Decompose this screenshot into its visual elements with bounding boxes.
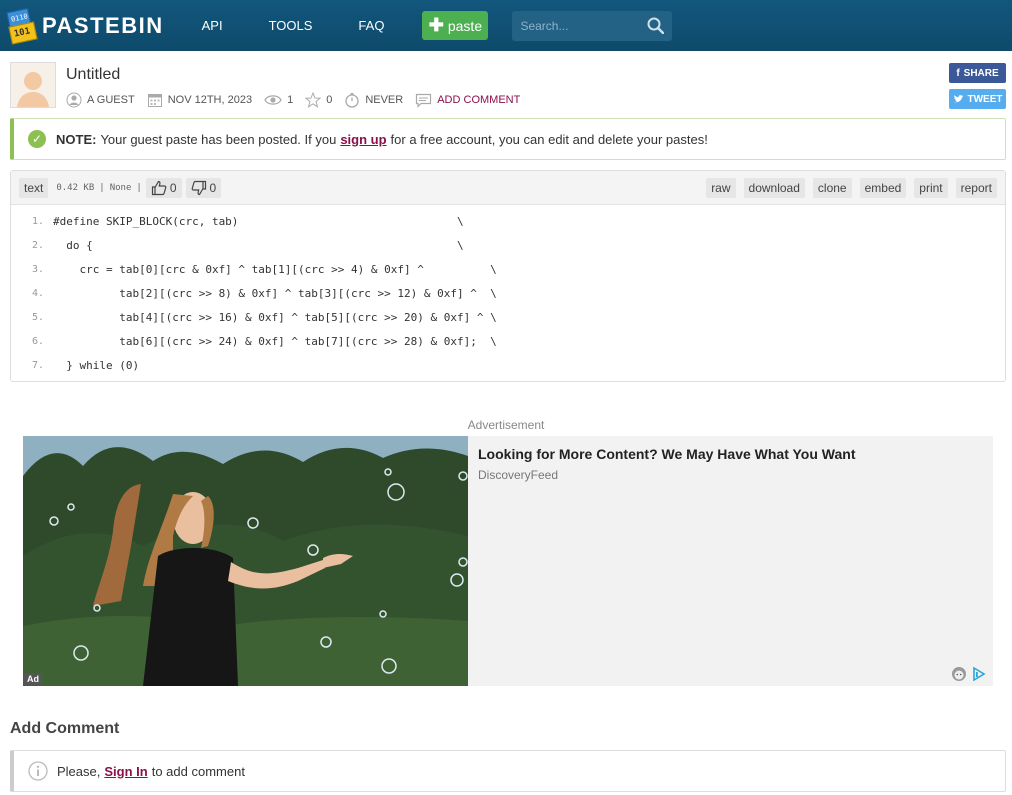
code-toolbar: text 0.42 KB | None | 0 0 raw download c… — [11, 171, 1005, 205]
paste-info: Untitled A GUEST NOV 12TH, 2023 1 0 NEVE… — [0, 51, 1012, 117]
notice-text-after: for a free account, you can edit and del… — [390, 131, 708, 147]
like-button[interactable]: 0 — [145, 177, 182, 198]
code-line: 3. crc = tab[0][crc & 0xf] ^ tab[1][(crc… — [11, 257, 1005, 281]
separator: | — [136, 182, 142, 193]
timer-icon — [345, 93, 359, 108]
line-content: #define SKIP_BLOCK(crc, tab) \ — [53, 214, 464, 228]
ad-source: DiscoveryFeed — [478, 468, 559, 482]
dislike-button[interactable]: 0 — [185, 177, 222, 198]
pastebin-logo[interactable]: 0110 101 PASTEBIN — [6, 7, 164, 45]
logo-text: PASTEBIN — [42, 12, 164, 38]
twitter-tweet-button[interactable]: TWEET — [949, 89, 1006, 109]
advertisement[interactable]: Ad Looking for More Content? We May Have… — [23, 436, 993, 686]
main-nav: API TOOLS FAQ — [202, 18, 431, 33]
notice-label: NOTE: — [56, 131, 97, 147]
thumbs-up-icon — [151, 180, 167, 195]
line-number: 3. — [31, 263, 44, 275]
ad-choices-icon[interactable] — [971, 666, 987, 682]
print-button[interactable]: print — [914, 178, 948, 198]
code-actions: raw download clone embed print report — [698, 178, 997, 198]
ad-badge: Ad — [24, 673, 42, 685]
facebook-icon: f — [956, 67, 960, 79]
raw-button[interactable]: raw — [706, 178, 736, 198]
paste-stars: 0 — [326, 94, 333, 106]
code-line: 1. #define SKIP_BLOCK(crc, tab) \ — [11, 209, 1005, 233]
line-number: 1. — [31, 215, 44, 227]
paste-date: NOV 12TH, 2023 — [167, 94, 253, 106]
line-content: crc = tab[0][crc & 0xf] ^ tab[1][(crc >>… — [53, 262, 497, 276]
embed-button[interactable]: embed — [859, 178, 907, 198]
like-count: 0 — [169, 180, 177, 195]
ad-choices-face-icon[interactable] — [951, 666, 967, 682]
advertisement-label: Advertisement — [467, 418, 545, 432]
nav-api[interactable]: API — [202, 18, 223, 33]
thumbs-down-icon — [191, 180, 206, 195]
syntax-tag[interactable]: text — [19, 177, 49, 198]
code-line: 5. tab[4][(crc >> 16) & 0xf] ^ tab[5][(c… — [11, 305, 1005, 329]
separator: | — [99, 182, 105, 193]
logo-icon: 0110 101 — [6, 7, 38, 45]
paste-title: Untitled — [66, 66, 121, 83]
report-button[interactable]: report — [955, 178, 997, 198]
nav-faq[interactable]: FAQ — [358, 18, 384, 33]
facebook-share-button[interactable]: f SHARE — [949, 63, 1006, 83]
code-line: 2. do { \ — [11, 233, 1005, 257]
user-icon — [66, 92, 82, 108]
line-number: 7. — [31, 359, 44, 371]
paste-category: None — [109, 182, 132, 193]
notice-text-before: Your guest paste has been posted. If you — [100, 131, 337, 147]
code-lines: 1. #define SKIP_BLOCK(crc, tab) \ 2. do {… — [11, 205, 1005, 381]
sign-up-link[interactable]: sign up — [340, 132, 386, 147]
download-button[interactable]: download — [743, 178, 805, 198]
paste-meta: A GUEST NOV 12TH, 2023 1 0 NEVER ADD COM… — [66, 92, 532, 108]
nav-tools[interactable]: TOOLS — [269, 18, 313, 33]
search-icon[interactable] — [647, 17, 665, 34]
line-content: } while (0) — [53, 358, 140, 372]
paste-expiry: NEVER — [365, 94, 404, 106]
line-number: 2. — [31, 239, 44, 251]
line-content: do { \ — [53, 238, 464, 252]
top-navbar: 0110 101 PASTEBIN API TOOLS FAQ ✚ paste — [0, 0, 1012, 51]
line-number: 6. — [31, 335, 44, 347]
new-paste-button[interactable]: ✚ paste — [422, 11, 489, 40]
comment-icon — [416, 93, 432, 108]
code-line: 4. tab[2][(crc >> 8) & 0xf] ^ tab[3][(cr… — [11, 281, 1005, 305]
line-number: 4. — [31, 287, 44, 299]
code-line: 6. tab[6][(crc >> 24) & 0xf] ^ tab[7][(c… — [11, 329, 1005, 353]
user-avatar — [10, 62, 56, 108]
line-content: tab[4][(crc >> 16) & 0xf] ^ tab[5][(crc … — [53, 310, 497, 324]
check-icon: ✓ — [28, 130, 46, 148]
code-line: 7. } while (0) — [11, 353, 1005, 377]
add-comment-heading: Add Comment — [10, 720, 120, 737]
new-paste-label: paste — [447, 17, 483, 34]
eye-icon — [264, 95, 282, 105]
line-number: 5. — [31, 311, 44, 323]
guest-notice: ✓ NOTE: Your guest paste has been posted… — [10, 118, 1006, 160]
calendar-icon — [147, 94, 162, 107]
comment-text-after: to add comment — [151, 763, 245, 779]
clone-button[interactable]: clone — [812, 178, 852, 198]
search-input[interactable] — [520, 18, 641, 33]
code-box: text 0.42 KB | None | 0 0 raw download c… — [10, 170, 1006, 382]
ad-headline[interactable]: Looking for More Content? We May Have Wh… — [478, 446, 856, 462]
line-content: tab[2][(crc >> 8) & 0xf] ^ tab[3][(crc >… — [53, 286, 497, 300]
plus-icon: ✚ — [428, 15, 444, 35]
ad-image[interactable]: Ad — [23, 436, 468, 686]
paste-author[interactable]: A GUEST — [87, 94, 135, 106]
info-icon — [28, 761, 48, 781]
paste-size: 0.42 KB — [56, 182, 95, 193]
share-buttons: f SHARE TWEET — [949, 63, 1006, 115]
line-content: tab[6][(crc >> 24) & 0xf] ^ tab[7][(crc … — [53, 334, 497, 348]
paste-views: 1 — [287, 94, 294, 106]
star-icon[interactable] — [305, 92, 322, 108]
sign-in-link[interactable]: Sign In — [104, 764, 147, 779]
comment-text-before: Please, — [57, 763, 101, 779]
add-comment-link[interactable]: ADD COMMENT — [437, 94, 520, 106]
comment-signin-box: Please, Sign In to add comment — [10, 750, 1006, 792]
search-box — [512, 10, 673, 41]
twitter-icon — [953, 95, 963, 103]
ad-icons — [951, 666, 987, 682]
ad-text: Looking for More Content? We May Have Wh… — [468, 436, 866, 686]
dislike-count: 0 — [209, 180, 217, 195]
